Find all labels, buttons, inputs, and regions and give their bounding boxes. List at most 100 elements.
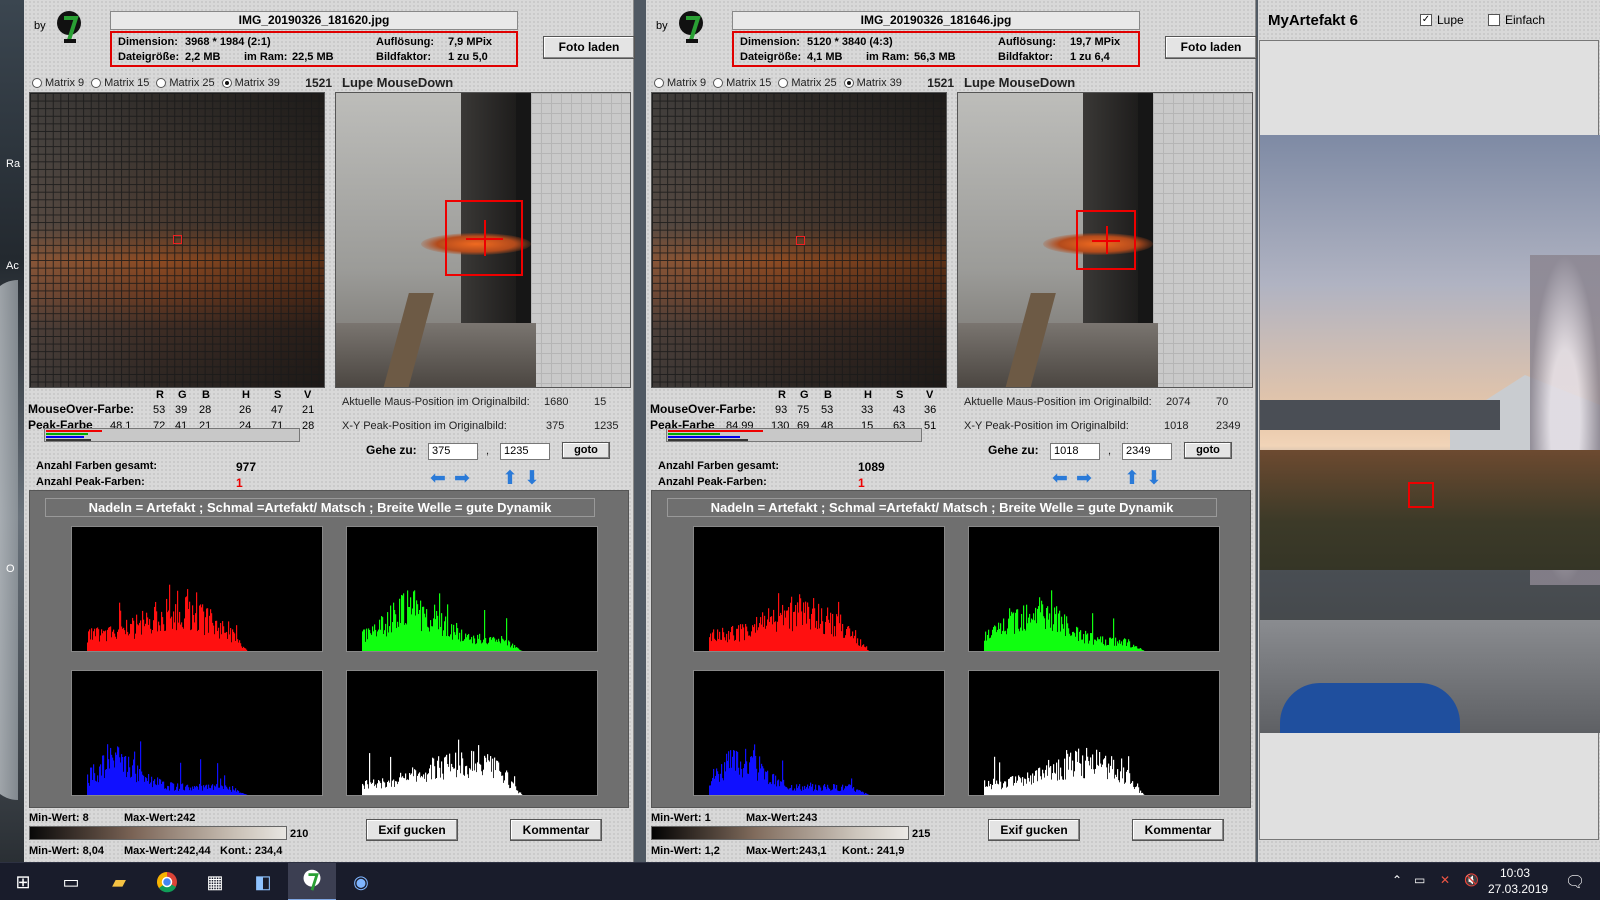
col-b: B bbox=[824, 389, 832, 401]
matrix-25-radio[interactable]: Matrix 25 bbox=[778, 77, 837, 89]
peak-position-y: 2349 bbox=[1216, 420, 1241, 432]
brightness-gradient bbox=[29, 826, 287, 840]
goto-label: Gehe zu: bbox=[988, 443, 1039, 457]
goto-button[interactable]: goto bbox=[1184, 442, 1232, 459]
myartefakt-icon[interactable] bbox=[288, 863, 336, 900]
magnifier-view[interactable] bbox=[957, 92, 1253, 388]
histogram-luminance bbox=[968, 670, 1220, 796]
matrix-39-radio[interactable]: Matrix 39 bbox=[221, 77, 280, 89]
mouse-s: 43 bbox=[893, 404, 906, 416]
arrow-up-icon[interactable]: ⬆ bbox=[502, 469, 518, 488]
matrix-25-radio[interactable]: Matrix 25 bbox=[156, 77, 215, 89]
col-h: H bbox=[864, 389, 872, 401]
peak-colors-value: 1 bbox=[858, 476, 865, 490]
battery-icon[interactable]: ▭ bbox=[1414, 873, 1425, 887]
resolution-value: 7,9 MPix bbox=[448, 36, 493, 48]
goto-button[interactable]: goto bbox=[562, 442, 610, 459]
desktop-label: O bbox=[6, 563, 15, 575]
min-value-precise: Min-Wert: 8,04 bbox=[29, 845, 104, 857]
blue-bar bbox=[46, 436, 84, 438]
goto-y-input[interactable]: 1235 bbox=[500, 443, 550, 460]
histogram-blue bbox=[71, 670, 323, 796]
desktop-label: Ac bbox=[6, 260, 19, 272]
network-icon[interactable]: ✕ bbox=[1440, 873, 1450, 887]
matrix-39-radio[interactable]: Matrix 39 bbox=[843, 77, 902, 89]
pixel-matrix[interactable] bbox=[29, 92, 325, 388]
magnifier-view[interactable] bbox=[335, 92, 631, 388]
goto-y-input[interactable]: 2349 bbox=[1122, 443, 1172, 460]
mouse-r: 53 bbox=[153, 404, 166, 416]
peak-v: 51 bbox=[924, 420, 937, 432]
check-icon: ✓ bbox=[1420, 14, 1432, 26]
col-v: V bbox=[304, 389, 312, 401]
photo-preview[interactable] bbox=[1260, 135, 1600, 733]
ram-label: im Ram: bbox=[866, 51, 910, 63]
matrix-15-radio[interactable]: Matrix 15 bbox=[91, 77, 149, 89]
ram-value: 22,5 MB bbox=[292, 51, 334, 63]
load-photo-button[interactable]: Foto laden bbox=[1165, 36, 1257, 59]
arrow-left-icon[interactable]: ⬅ bbox=[430, 469, 446, 488]
max-value-label: Max-Wert:242 bbox=[124, 812, 196, 824]
matrix-9-radio[interactable]: Matrix 9 bbox=[32, 77, 84, 89]
col-h: H bbox=[242, 389, 250, 401]
app-logo-icon bbox=[57, 11, 81, 43]
exif-button[interactable]: Exif gucken bbox=[988, 819, 1080, 841]
clock-date[interactable]: 27.03.2019 bbox=[1488, 882, 1548, 896]
arrow-right-icon[interactable]: ➡ bbox=[454, 469, 470, 488]
histogram-caption: Nadeln = Artefakt ; Schmal =Artefakt/ Ma… bbox=[45, 498, 595, 517]
pixel-matrix[interactable] bbox=[651, 92, 947, 388]
filesize-value: 2,2 MB bbox=[185, 51, 221, 63]
total-colors-value: 1089 bbox=[858, 460, 885, 474]
peak-colors-label: Anzahl Peak-Farben: bbox=[36, 476, 145, 488]
green-bar bbox=[46, 433, 88, 435]
lupe-checkbox-label: Lupe bbox=[1437, 13, 1464, 27]
chrome-icon[interactable] bbox=[144, 863, 190, 900]
arrow-left-icon[interactable]: ⬅ bbox=[1052, 469, 1068, 488]
max-value-precise: Max-Wert:242,44 bbox=[124, 845, 211, 857]
exif-button[interactable]: Exif gucken bbox=[366, 819, 458, 841]
filesize-label: Dateigröße: bbox=[118, 51, 180, 63]
einfach-checkbox[interactable]: Einfach bbox=[1488, 13, 1545, 27]
histogram-bin bbox=[1143, 794, 1145, 795]
peak-colors-value: 1 bbox=[236, 476, 243, 490]
value-bar bbox=[668, 439, 748, 441]
arrow-down-icon[interactable]: ⬇ bbox=[524, 469, 540, 488]
arrow-down-icon[interactable]: ⬇ bbox=[1146, 469, 1162, 488]
value-bar bbox=[46, 439, 91, 441]
arrow-right-icon[interactable]: ➡ bbox=[1076, 469, 1092, 488]
image-info-box: Dimension: 5120 * 3840 (4:3) Auflösung: … bbox=[732, 31, 1140, 67]
col-s: S bbox=[896, 389, 904, 401]
col-r: R bbox=[778, 389, 786, 401]
calculator-icon[interactable]: ▦ bbox=[192, 863, 238, 900]
mouse-h: 33 bbox=[861, 404, 874, 416]
photo-preview-frame bbox=[1259, 40, 1600, 840]
clock-time[interactable]: 10:03 bbox=[1500, 866, 1530, 880]
matrix-count: 1521 bbox=[927, 76, 954, 90]
desktop-wallpaper-car bbox=[0, 280, 18, 800]
chevron-up-icon[interactable]: ⌃ bbox=[1392, 873, 1402, 887]
max-value-label: Max-Wert:243 bbox=[746, 812, 818, 824]
comment-button[interactable]: Kommentar bbox=[510, 819, 602, 841]
goto-x-input[interactable]: 375 bbox=[428, 443, 478, 460]
task-view-icon[interactable]: ▭ bbox=[48, 863, 94, 900]
notepad-icon[interactable]: ◧ bbox=[240, 863, 286, 900]
arrow-up-icon[interactable]: ⬆ bbox=[1124, 469, 1140, 488]
volume-mute-icon[interactable]: 🔇 bbox=[1464, 873, 1479, 887]
matrix-15-radio[interactable]: Matrix 15 bbox=[713, 77, 771, 89]
lupe-checkbox[interactable]: ✓ Lupe bbox=[1420, 13, 1464, 27]
goto-x-input[interactable]: 1018 bbox=[1050, 443, 1100, 460]
file-explorer-icon[interactable]: ▰ bbox=[96, 863, 142, 900]
contrast-value: Kont.: 234,4 bbox=[220, 845, 283, 857]
notification-icon[interactable]: 🗨 bbox=[1565, 872, 1585, 892]
windows-start-icon[interactable]: ⊞ bbox=[0, 863, 46, 900]
comment-button[interactable]: Kommentar bbox=[1132, 819, 1224, 841]
histogram-blue bbox=[693, 670, 945, 796]
resolution-label: Auflösung: bbox=[376, 36, 435, 48]
min-value-label: Min-Wert: 1 bbox=[651, 812, 711, 824]
load-photo-button[interactable]: Foto laden bbox=[543, 36, 635, 59]
matrix-cursor-marker bbox=[173, 235, 182, 244]
matrix-9-radio[interactable]: Matrix 9 bbox=[654, 77, 706, 89]
max-value-precise: Max-Wert:243,1 bbox=[746, 845, 827, 857]
media-player-icon[interactable]: ◉ bbox=[338, 863, 384, 900]
col-g: G bbox=[800, 389, 809, 401]
